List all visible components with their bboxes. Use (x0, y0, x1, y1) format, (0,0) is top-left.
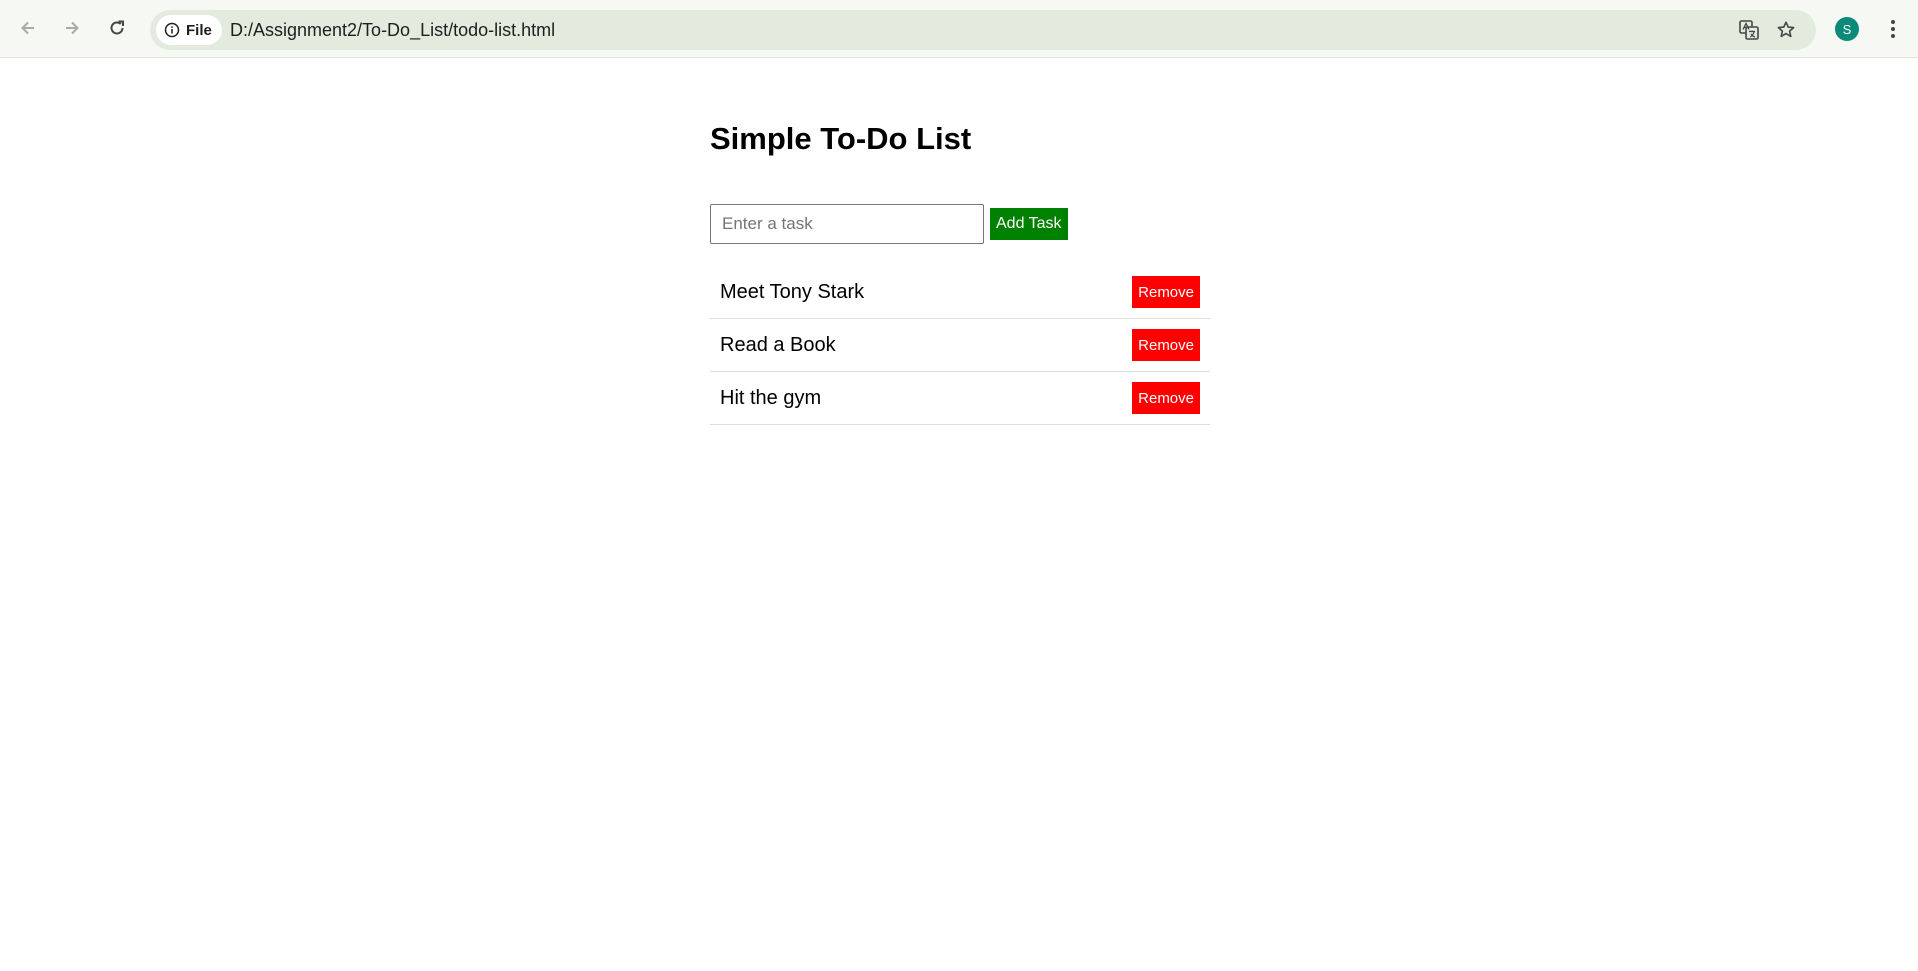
browser-toolbar: File D:/Assignment2/To-Do_List/todo-list… (0, 0, 1918, 58)
remove-button[interactable]: Remove (1132, 276, 1200, 308)
task-text: Meet Tony Stark (720, 280, 865, 303)
add-task-form: Add Task (710, 204, 1210, 244)
add-task-button[interactable]: Add Task (990, 208, 1068, 240)
remove-button[interactable]: Remove (1132, 382, 1200, 414)
task-input[interactable] (710, 204, 984, 244)
arrow-right-icon (66, 21, 79, 35)
remove-button[interactable]: Remove (1132, 329, 1200, 361)
task-item: Read a Book Remove (710, 319, 1210, 372)
site-chip-label: File (186, 21, 212, 39)
task-text: Read a Book (720, 333, 836, 356)
more-vertical-icon (1891, 20, 1895, 38)
info-icon (164, 22, 180, 38)
task-text: Hit the gym (720, 386, 822, 409)
translate-icon (1739, 20, 1759, 40)
arrow-left-icon (21, 21, 34, 35)
url-text[interactable]: D:/Assignment2/To-Do_List/todo-list.html (230, 20, 555, 40)
profile-avatar[interactable]: S (1835, 17, 1859, 41)
reload-icon (110, 20, 124, 35)
task-item: Meet Tony Stark Remove (710, 266, 1210, 319)
page-title: Simple To-Do List (710, 121, 972, 156)
task-item: Hit the gym Remove (710, 372, 1210, 425)
address-bar[interactable]: File D:/Assignment2/To-Do_List/todo-list… (150, 10, 1816, 50)
page-content: Simple To-Do List Add Task Meet Tony Sta… (0, 58, 1918, 971)
bookmark-button[interactable] (1773, 18, 1799, 42)
reload-button[interactable] (101, 12, 133, 44)
site-info-chip[interactable]: File (156, 15, 222, 45)
back-button[interactable] (12, 12, 44, 44)
todo-app: Simple To-Do List Add Task Meet Tony Sta… (710, 120, 1210, 425)
forward-button[interactable] (56, 12, 88, 44)
star-icon (1777, 21, 1795, 38)
browser-menu-button[interactable] (1880, 14, 1906, 44)
translate-button[interactable] (1736, 18, 1762, 42)
profile-initial: S (1842, 21, 1852, 37)
task-list: Meet Tony Stark Remove Read a Book Remov… (710, 266, 1210, 425)
